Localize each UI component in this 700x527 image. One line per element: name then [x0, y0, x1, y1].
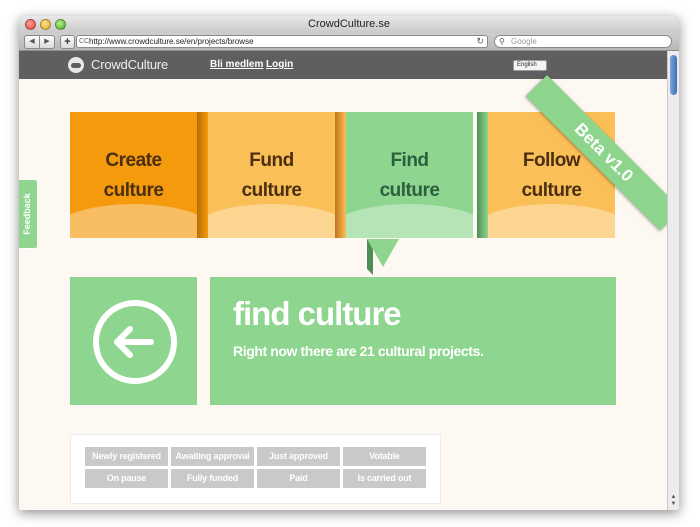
window-title: CrowdCulture.se [308, 18, 390, 30]
feedback-label: Feedback [22, 193, 32, 235]
back-button[interactable]: ◀ [24, 35, 40, 49]
tile-create-line1: Create [105, 150, 162, 171]
search-field[interactable]: ⚲ Google [494, 35, 672, 48]
reload-icon[interactable]: ↻ [476, 36, 484, 47]
search-placeholder: Google [511, 37, 537, 46]
site-logo-text[interactable]: CrowdCulture [91, 57, 168, 72]
search-icon: ⚲ [499, 37, 505, 46]
vertical-scrollbar[interactable]: ▲ ▼ [667, 51, 679, 510]
add-bookmark-button[interactable]: + [60, 35, 75, 49]
filter-just-approved[interactable]: Just approved [257, 447, 340, 466]
back-panel[interactable] [70, 277, 197, 405]
title-bar: CrowdCulture.se [19, 16, 679, 33]
site-header: CrowdCulture Bli medlem Login English [19, 51, 667, 79]
scroll-arrows[interactable]: ▲ ▼ [669, 494, 678, 508]
filter-on-pause[interactable]: On pause [85, 469, 168, 488]
url-text: http://www.crowdculture.se/en/projects/b… [89, 37, 254, 46]
login-link[interactable]: Login [266, 59, 293, 70]
status-filters: Newly registered Awaiting approval Just … [85, 447, 429, 488]
page-title: find culture [233, 295, 402, 332]
filter-votable[interactable]: Votable [343, 447, 426, 466]
browser-toolbar: ◀ ▶ + CC http://www.crowdculture.se/en/p… [19, 33, 679, 51]
tile-find-side [477, 112, 488, 238]
scroll-thumb[interactable] [670, 55, 677, 95]
nav-buttons: ◀ ▶ [24, 35, 55, 49]
filter-awaiting-approval[interactable]: Awaiting approval [171, 447, 254, 466]
tile-find-label: Find culture [346, 146, 473, 206]
tile-follow-line2: culture [521, 180, 582, 201]
page-viewport: CrowdCulture Bli medlem Login English Fe… [19, 51, 667, 510]
tile-find-line1: Find [390, 150, 429, 171]
browser-window: CrowdCulture.se ◀ ▶ + CC http://www.crow… [19, 16, 679, 510]
tile-create-culture[interactable]: Create culture [70, 112, 197, 238]
tile-create-line2: culture [103, 180, 164, 201]
crowdculture-logo-icon[interactable] [68, 57, 84, 73]
status-filter-box: Newly registered Awaiting approval Just … [70, 434, 441, 504]
tile-fund-label: Fund culture [208, 146, 335, 206]
filter-fully-funded[interactable]: Fully funded [171, 469, 254, 488]
tile-create-label: Create culture [70, 146, 197, 206]
feedback-tab[interactable]: Feedback [19, 179, 38, 249]
tile-fund-line1: Fund [249, 150, 294, 171]
tile-shine [346, 204, 473, 238]
site-favicon-icon: CC [79, 38, 90, 45]
tile-fund-culture[interactable]: Fund culture [208, 112, 335, 238]
language-select[interactable]: English [513, 60, 547, 71]
find-culture-panel: find culture Right now there are 21 cult… [210, 277, 616, 405]
filter-is-carried-out[interactable]: Is carried out [343, 469, 426, 488]
forward-button[interactable]: ▶ [40, 35, 55, 49]
tile-find-culture[interactable]: Find culture [346, 112, 473, 238]
member-link[interactable]: Bli medlem [210, 59, 263, 70]
project-count-text: Right now there are 21 cultural projects… [233, 343, 484, 359]
tile-shine [70, 204, 197, 238]
active-tile-pointer [367, 239, 399, 267]
address-bar[interactable]: CC http://www.crowdculture.se/en/project… [76, 35, 488, 48]
filter-paid[interactable]: Paid [257, 469, 340, 488]
filter-newly-registered[interactable]: Newly registered [85, 447, 168, 466]
tile-shine [488, 204, 615, 238]
tile-shine [208, 204, 335, 238]
tile-fund-line2: culture [241, 180, 302, 201]
tile-find-line2: culture [379, 180, 440, 201]
tile-create-side [197, 112, 208, 238]
tile-fund-side [335, 112, 346, 238]
back-arrow-icon[interactable] [93, 300, 177, 384]
